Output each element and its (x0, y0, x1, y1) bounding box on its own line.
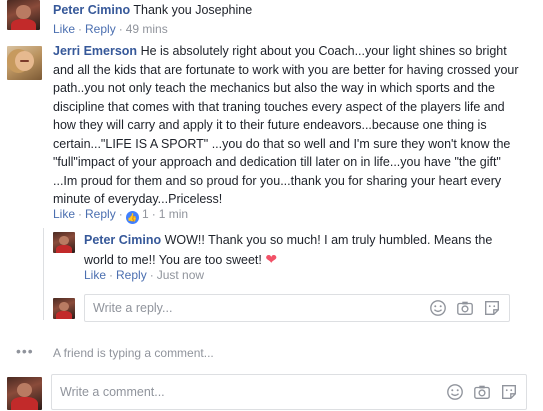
separator: · (109, 268, 114, 282)
separator: · (78, 22, 83, 36)
reply: Peter Cimino WOW!! Thank you so much! I … (84, 231, 494, 269)
separator: · (149, 268, 154, 282)
timestamp[interactable]: Just now (157, 268, 204, 282)
timestamp[interactable]: 49 mins (126, 22, 168, 36)
reply-button[interactable]: Reply (85, 207, 116, 221)
reply-input[interactable]: Write a reply... (84, 294, 510, 322)
avatar[interactable] (7, 0, 40, 30)
comment-input[interactable]: Write a comment... (51, 374, 527, 410)
separator: · (118, 207, 123, 221)
comment: Jerri Emerson He is absolutely right abo… (53, 42, 523, 209)
comment-text: He is absolutely right about you Coach..… (53, 44, 519, 206)
comment-actions: Like · Reply · 49 mins (53, 22, 168, 36)
comment-input-icons (446, 383, 518, 401)
avatar[interactable] (7, 46, 42, 80)
reply-author[interactable]: Peter Cimino (84, 233, 161, 247)
comment: Peter Cimino Thank you Josephine (53, 1, 523, 20)
comment-author[interactable]: Peter Cimino (53, 3, 130, 17)
heart-emoji-icon: ❤ (265, 250, 278, 267)
typing-indicator: A friend is typing a comment... (53, 346, 214, 360)
reply-input-icons (429, 299, 501, 317)
emoji-icon[interactable] (446, 383, 464, 401)
comment-author[interactable]: Jerri Emerson (53, 44, 137, 58)
camera-icon[interactable] (456, 299, 474, 317)
reply-actions: Like · Reply · Just now (84, 268, 204, 282)
separator: · (118, 22, 123, 36)
reply-button[interactable]: Reply (85, 22, 116, 36)
comment-text: Thank you Josephine (133, 3, 253, 17)
reply-button[interactable]: Reply (116, 268, 147, 282)
avatar[interactable] (53, 232, 75, 253)
emoji-icon[interactable] (429, 299, 447, 317)
avatar (7, 377, 42, 410)
reply-thread-line (43, 228, 44, 320)
sticker-icon[interactable] (500, 383, 518, 401)
camera-icon[interactable] (473, 383, 491, 401)
timestamp[interactable]: 1 min (159, 207, 188, 221)
sticker-icon[interactable] (483, 299, 501, 317)
typing-dots-icon: ••• (16, 343, 34, 359)
separator: · (151, 207, 156, 221)
like-button[interactable]: Like (53, 22, 75, 36)
like-count[interactable]: 1 (142, 207, 149, 221)
reply-input-placeholder: Write a reply... (93, 301, 173, 315)
avatar (53, 298, 75, 319)
like-reaction-icon[interactable]: 👍 (125, 211, 139, 224)
comment-input-placeholder: Write a comment... (60, 385, 165, 399)
comment-actions: Like · Reply · 👍 1 · 1 min (53, 207, 188, 224)
like-button[interactable]: Like (53, 207, 75, 221)
like-button[interactable]: Like (84, 268, 106, 282)
separator: · (78, 207, 83, 221)
